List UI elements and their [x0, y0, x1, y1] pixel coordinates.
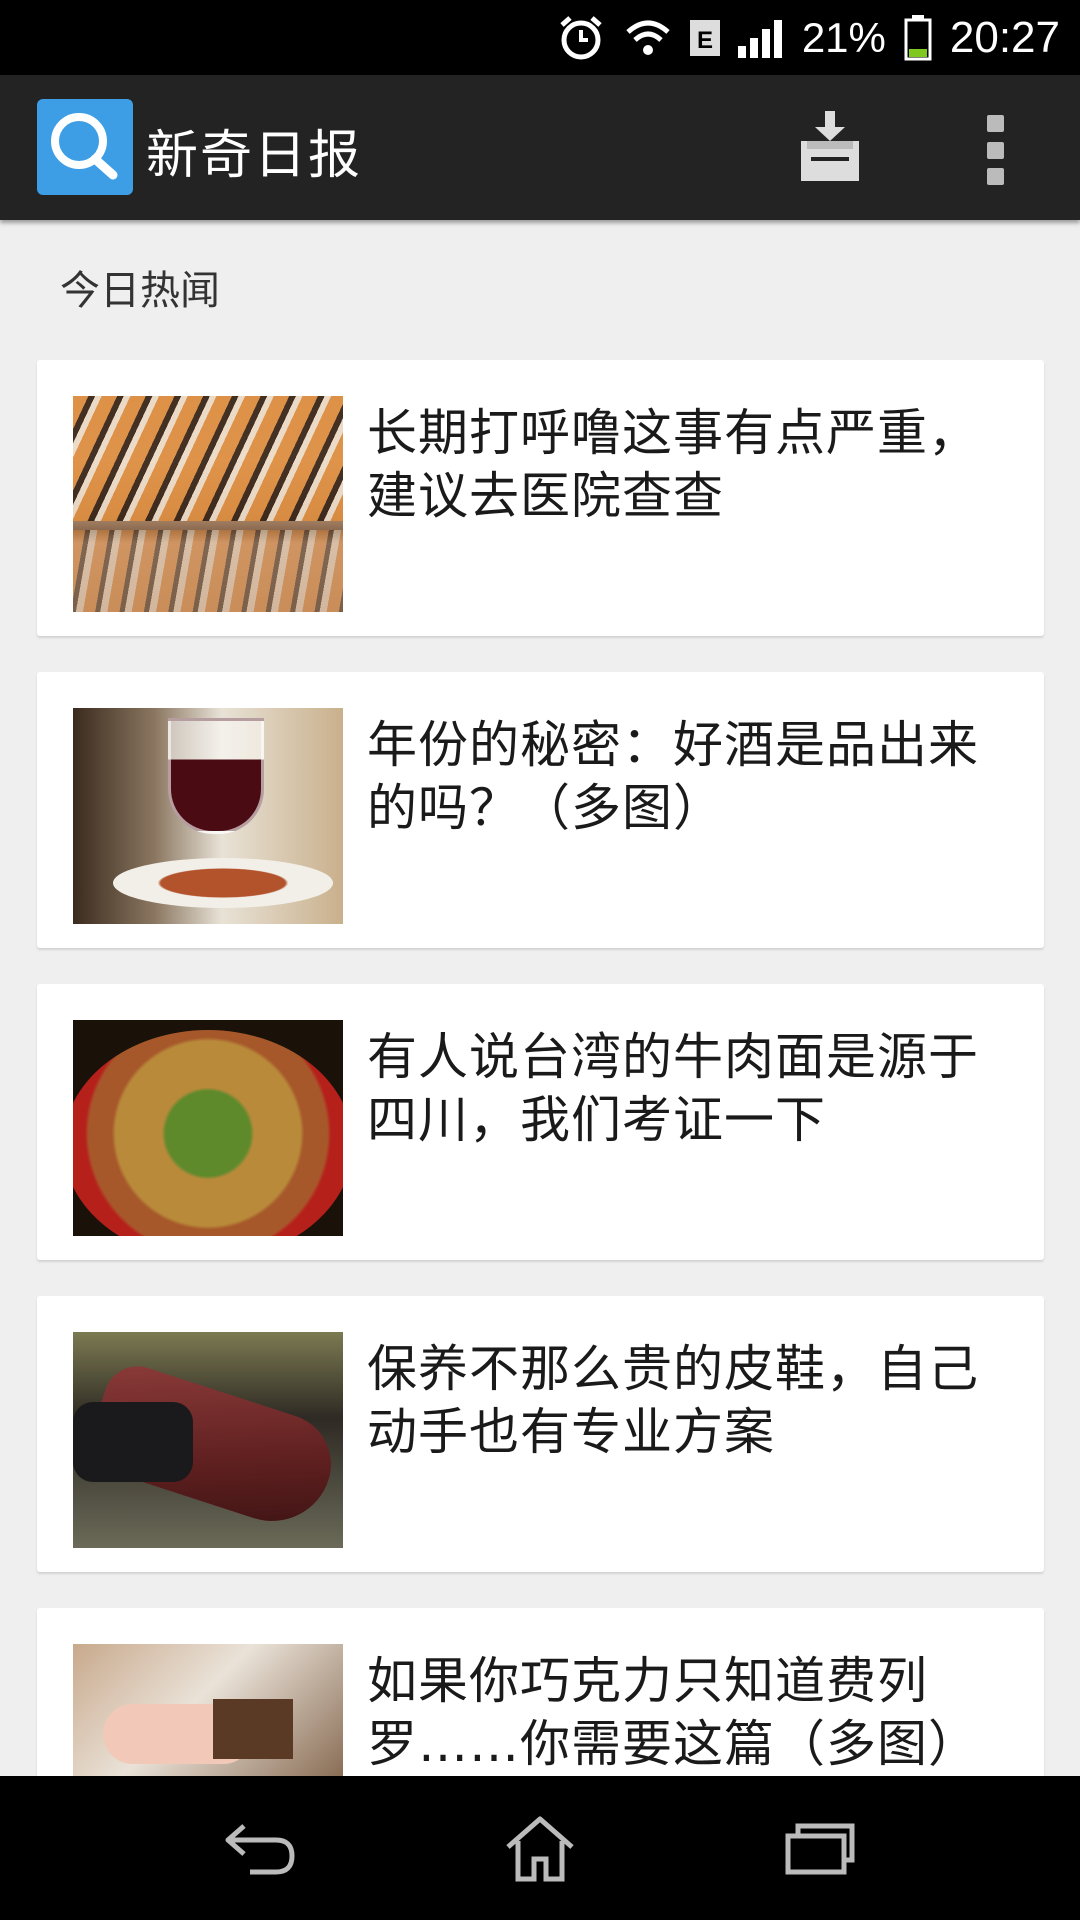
app-logo[interactable]	[37, 99, 133, 195]
alarm-icon	[556, 13, 606, 63]
wifi-icon	[624, 16, 672, 60]
article-headline: 长期打呼噜这事有点严重，建议去医院查查	[367, 404, 979, 525]
article-headline: 年份的秘密：好酒是品出来的吗？（多图）	[367, 716, 979, 837]
overflow-dot	[986, 141, 1004, 159]
beef-noodle-image	[73, 1020, 343, 1236]
app-title: 新奇日报	[146, 126, 363, 186]
navigation-bar	[0, 1776, 1080, 1920]
status-bar: E 21% 20:27	[0, 0, 1080, 75]
battery-percent: 21%	[801, 13, 886, 61]
overflow-dot	[986, 115, 1004, 132]
back-icon	[225, 1824, 295, 1875]
home-icon	[506, 1816, 574, 1882]
network-type-label: E	[697, 27, 713, 54]
recent-apps-icon	[785, 1823, 855, 1875]
recent-apps-button[interactable]	[770, 1798, 870, 1898]
home-button[interactable]	[490, 1798, 590, 1898]
wine-image	[73, 708, 343, 924]
article-card[interactable]: 长期打呼噜这事有点严重，建议去医院查查	[37, 360, 1044, 636]
chocolate-image	[73, 1644, 343, 1776]
battery-icon	[904, 14, 932, 61]
app-bar: 新奇日报	[0, 75, 1080, 220]
clock: 20:27	[949, 12, 1060, 62]
back-button[interactable]	[210, 1798, 310, 1898]
download-button[interactable]	[790, 105, 870, 191]
download-icon	[801, 111, 859, 181]
article-headline: 如果你巧克力只知道费列罗……你需要这篇（多图）	[367, 1652, 979, 1773]
article-headline: 保养不那么贵的皮鞋，自己动手也有专业方案	[367, 1340, 979, 1461]
tiger-image	[73, 396, 343, 612]
section-title: 今日热闻	[60, 268, 220, 314]
article-headline: 有人说台湾的牛肉面是源于四川，我们考证一下	[367, 1028, 979, 1149]
edge-network-icon: E	[689, 18, 720, 58]
article-card[interactable]: 有人说台湾的牛肉面是源于四川，我们考证一下	[37, 984, 1044, 1260]
search-icon	[51, 113, 118, 180]
article-card[interactable]: 如果你巧克力只知道费列罗……你需要这篇（多图）	[37, 1608, 1044, 1776]
overflow-dot	[986, 168, 1004, 185]
leather-shoe-image	[73, 1332, 343, 1548]
overflow-menu-button[interactable]	[975, 115, 1015, 185]
article-card[interactable]: 保养不那么贵的皮鞋，自己动手也有专业方案	[37, 1296, 1044, 1572]
article-card[interactable]: 年份的秘密：好酒是品出来的吗？（多图）	[37, 672, 1044, 948]
signal-icon	[737, 18, 784, 58]
